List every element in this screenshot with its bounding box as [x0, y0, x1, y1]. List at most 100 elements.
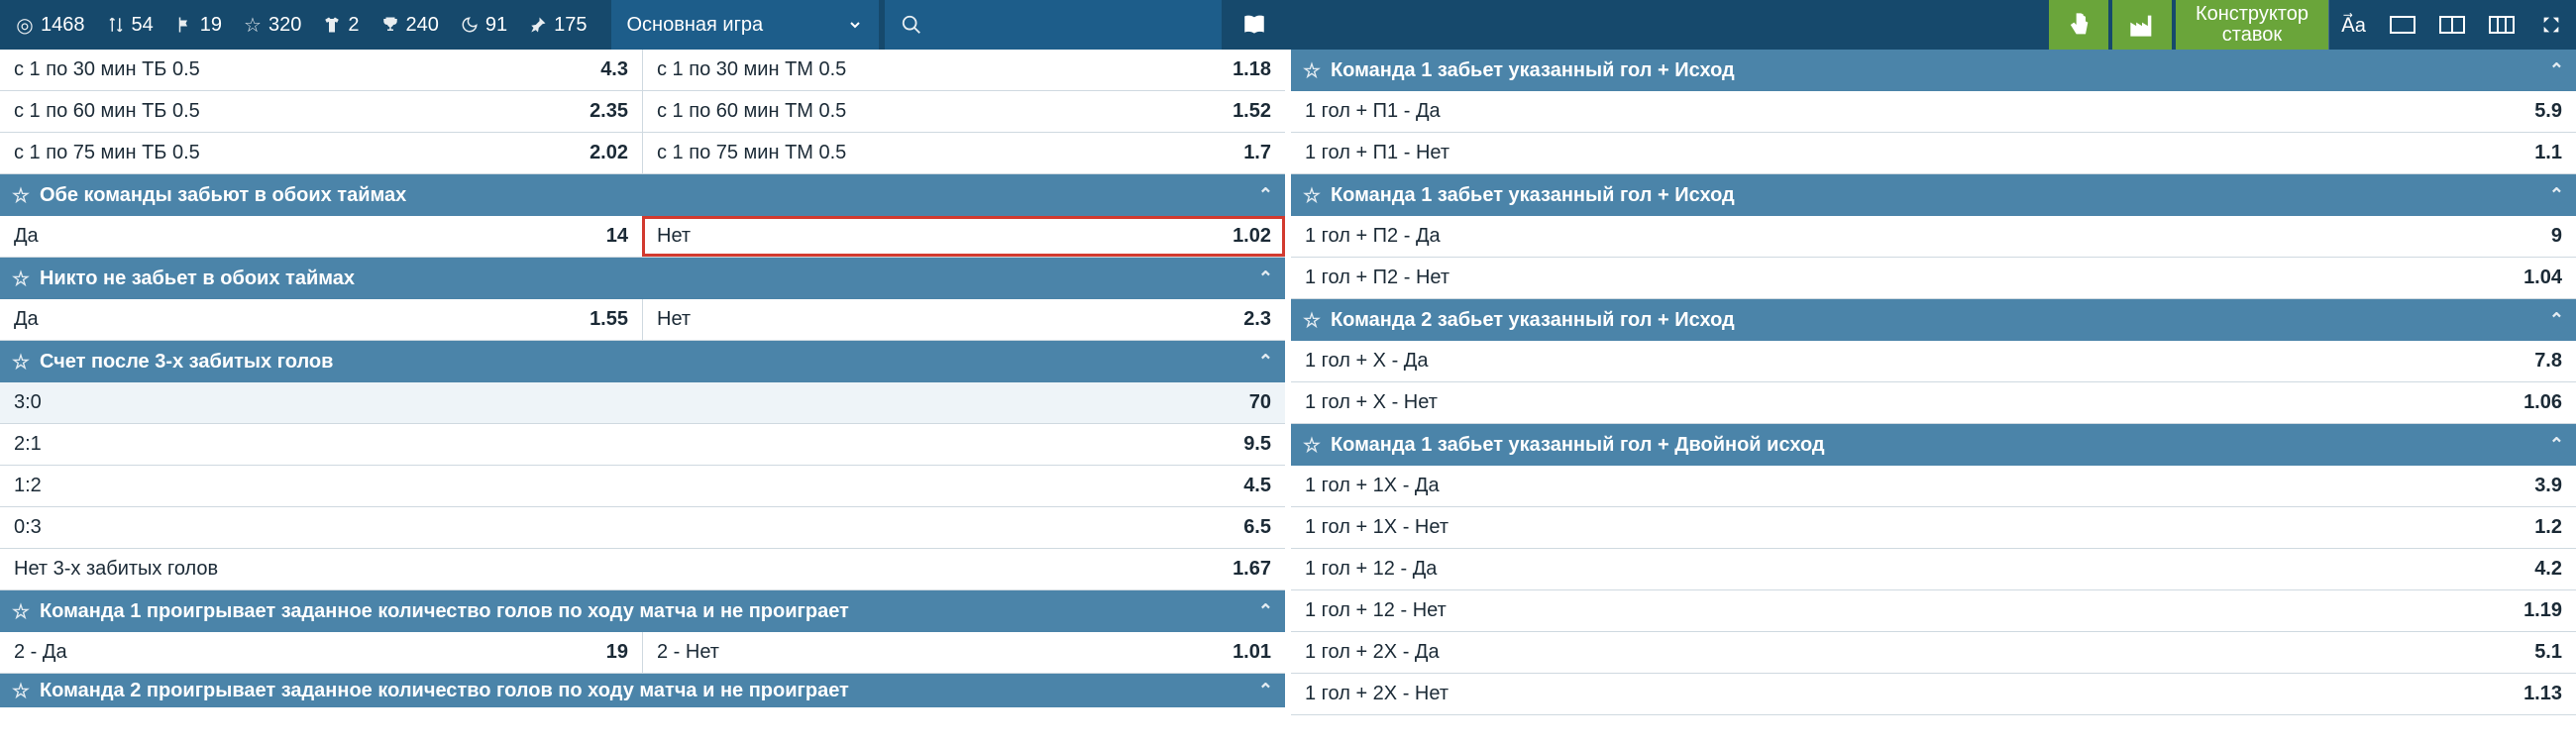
outcome-label: 0:3 [0, 516, 1196, 539]
outcome-cell[interactable]: с 1 по 60 мин ТМ 0.5 1.52 [642, 91, 1285, 132]
sport-target[interactable]: ◎ 1468 [4, 0, 95, 50]
sport-updown[interactable]: 54 [95, 0, 163, 50]
outcome-label: с 1 по 60 мин ТБ 0.5 [0, 100, 553, 123]
moon-icon [459, 14, 481, 36]
outcome-row[interactable]: 1 гол + X - Нет 1.06 [1291, 382, 2576, 424]
outcome-cell[interactable]: Да 14 [0, 216, 642, 257]
chevron-up-icon: ⌃ [1258, 268, 1273, 289]
market-header[interactable]: ☆ Команда 2 забьет указанный гол + Исход… [1291, 299, 2576, 341]
market-title: Команда 1 забьет указанный гол + Двойной… [1331, 434, 1825, 457]
outcome-row[interactable]: 1 гол + 12 - Нет 1.19 [1291, 590, 2576, 632]
outcome-odd: 3.9 [2487, 475, 2576, 497]
outcome-cell[interactable]: с 1 по 60 мин ТБ 0.5 2.35 [0, 91, 642, 132]
mode-select[interactable]: Основная игра [611, 0, 879, 50]
outcome-label: 1 гол + 12 - Да [1291, 558, 2487, 581]
odds-row: с 1 по 75 мин ТБ 0.5 2.02 с 1 по 75 мин … [0, 133, 1285, 174]
sport-flag[interactable]: 19 [163, 0, 232, 50]
sport-count: 91 [485, 14, 507, 37]
sport-trophy[interactable]: 240 [370, 0, 449, 50]
font-size-button[interactable]: A⃗a [2328, 0, 2378, 50]
layout-2col-button[interactable] [2427, 0, 2477, 50]
sport-filter-bar: ◎ 1468 54 19 ☆ 320 2 [0, 0, 601, 50]
market-header[interactable]: ☆ Обе команды забьют в обоих таймах ⌃ [0, 174, 1285, 216]
outcome-odd: 19 [553, 641, 642, 664]
chevron-down-icon [847, 17, 863, 33]
outcome-row[interactable]: 1 гол + 12 - Да 4.2 [1291, 549, 2576, 590]
quickbet-button[interactable] [2049, 0, 2108, 50]
bet-constructor-button[interactable]: Конструктор ставок [2176, 0, 2328, 50]
outcome-row[interactable]: 1 гол + 1X - Нет 1.2 [1291, 507, 2576, 549]
outcome-cell[interactable]: с 1 по 30 мин ТБ 0.5 4.3 [0, 50, 642, 90]
layout-3col-button[interactable] [2477, 0, 2526, 50]
outcome-label: Нет 3-х забитых голов [0, 558, 1196, 581]
sport-count: 2 [348, 14, 359, 37]
layout-1col-button[interactable] [2378, 0, 2427, 50]
market-header[interactable]: ☆ Команда 1 проигрывает заданное количес… [0, 590, 1285, 632]
star-icon: ☆ [12, 350, 30, 374]
outcome-cell[interactable]: Да 1.55 [0, 299, 642, 340]
outcome-odd: 4.5 [1196, 475, 1285, 497]
outcome-label: 1 гол + 2X - Нет [1291, 683, 2487, 705]
odds-row: с 1 по 60 мин ТБ 0.5 2.35 с 1 по 60 мин … [0, 91, 1285, 133]
sport-count: 19 [200, 14, 222, 37]
market-title: Команда 1 проигрывает заданное количеств… [40, 600, 849, 623]
outcome-odd: 1.55 [553, 308, 642, 331]
outcome-label: с 1 по 60 мин ТМ 0.5 [643, 100, 1196, 123]
star-icon: ☆ [1303, 433, 1321, 458]
outcome-row[interactable]: 1 гол + П1 - Да 5.9 [1291, 91, 2576, 133]
outcome-odd: 1.67 [1196, 558, 1285, 581]
constructor-label-2: ставок [2222, 25, 2282, 46]
chevron-up-icon: ⌃ [2549, 185, 2564, 206]
outcome-label: 2 - Нет [643, 641, 1196, 664]
outcome-odd: 1.18 [1196, 58, 1285, 81]
search-box[interactable] [885, 0, 1222, 50]
market-header[interactable]: ☆ Команда 1 забьет указанный гол + Исход… [1291, 50, 2576, 91]
outcome-odd: 1.52 [1196, 100, 1285, 123]
market-header[interactable]: ☆ Команда 1 забьет указанный гол + Двойн… [1291, 424, 2576, 466]
outcome-row[interactable]: 1 гол + П2 - Нет 1.04 [1291, 258, 2576, 299]
outcome-row[interactable]: 2:1 9.5 [0, 424, 1285, 466]
outcome-odd: 1.7 [1196, 142, 1285, 164]
outcome-row[interactable]: 1:2 4.5 [0, 466, 1285, 507]
outcome-cell[interactable]: с 1 по 75 мин ТБ 0.5 2.02 [0, 133, 642, 173]
outcome-cell[interactable]: с 1 по 75 мин ТМ 0.5 1.7 [642, 133, 1285, 173]
outcome-row[interactable]: Нет 3-х забитых голов 1.67 [0, 549, 1285, 590]
market-header[interactable]: ☆ Команда 1 забьет указанный гол + Исход… [1291, 174, 2576, 216]
outcome-cell[interactable]: с 1 по 30 мин ТМ 0.5 1.18 [642, 50, 1285, 90]
outcome-label: Да [0, 225, 553, 248]
market-header[interactable]: ☆ Никто не забьет в обоих таймах ⌃ [0, 258, 1285, 299]
star-icon: ☆ [1303, 308, 1321, 333]
trophy-icon [379, 14, 401, 36]
outcome-label: 1 гол + П2 - Нет [1291, 267, 2487, 289]
sport-count: 54 [132, 14, 154, 37]
sport-pin[interactable]: 175 [517, 0, 596, 50]
book-icon [1241, 12, 1267, 38]
outcome-row[interactable]: 1 гол + 2X - Да 5.1 [1291, 632, 2576, 674]
outcome-row[interactable]: 1 гол + П2 - Да 9 [1291, 216, 2576, 258]
factory-button[interactable] [2112, 0, 2172, 50]
sport-moon[interactable]: 91 [449, 0, 517, 50]
star-icon: ☆ [12, 267, 30, 291]
outcome-cell[interactable]: 2 - Нет 1.01 [642, 632, 1285, 673]
outcome-row[interactable]: 1 гол + X - Да 7.8 [1291, 341, 2576, 382]
right-column: ☆ Команда 1 забьет указанный гол + Исход… [1285, 50, 2576, 748]
outcome-row[interactable]: 1 гол + 1X - Да 3.9 [1291, 466, 2576, 507]
chevron-up-icon: ⌃ [1258, 352, 1273, 373]
market-header[interactable]: ☆ Счет после 3-х забитых голов ⌃ [0, 341, 1285, 382]
rules-button[interactable] [1222, 0, 1287, 50]
outcome-odd: 14 [553, 225, 642, 248]
outcome-row[interactable]: 1 гол + П1 - Нет 1.1 [1291, 133, 2576, 174]
expand-button[interactable] [2526, 0, 2576, 50]
sport-star[interactable]: ☆ 320 [232, 0, 311, 50]
outcome-cell[interactable]: Нет 2.3 [642, 299, 1285, 340]
market-title: Обе команды забьют в обоих таймах [40, 184, 406, 207]
market-header[interactable]: ☆ Команда 2 проигрывает заданное количес… [0, 674, 1285, 707]
outcome-row[interactable]: 1 гол + 2X - Нет 1.13 [1291, 674, 2576, 715]
outcome-odd: 9.5 [1196, 433, 1285, 456]
outcome-cell[interactable]: 2 - Да 19 [0, 632, 642, 673]
outcome-cell-highlighted[interactable]: Нет 1.02 [642, 216, 1285, 257]
market-title: Никто не забьет в обоих таймах [40, 267, 355, 290]
outcome-row[interactable]: 0:3 6.5 [0, 507, 1285, 549]
outcome-row[interactable]: 3:0 70 [0, 382, 1285, 424]
sport-shirt[interactable]: 2 [311, 0, 369, 50]
